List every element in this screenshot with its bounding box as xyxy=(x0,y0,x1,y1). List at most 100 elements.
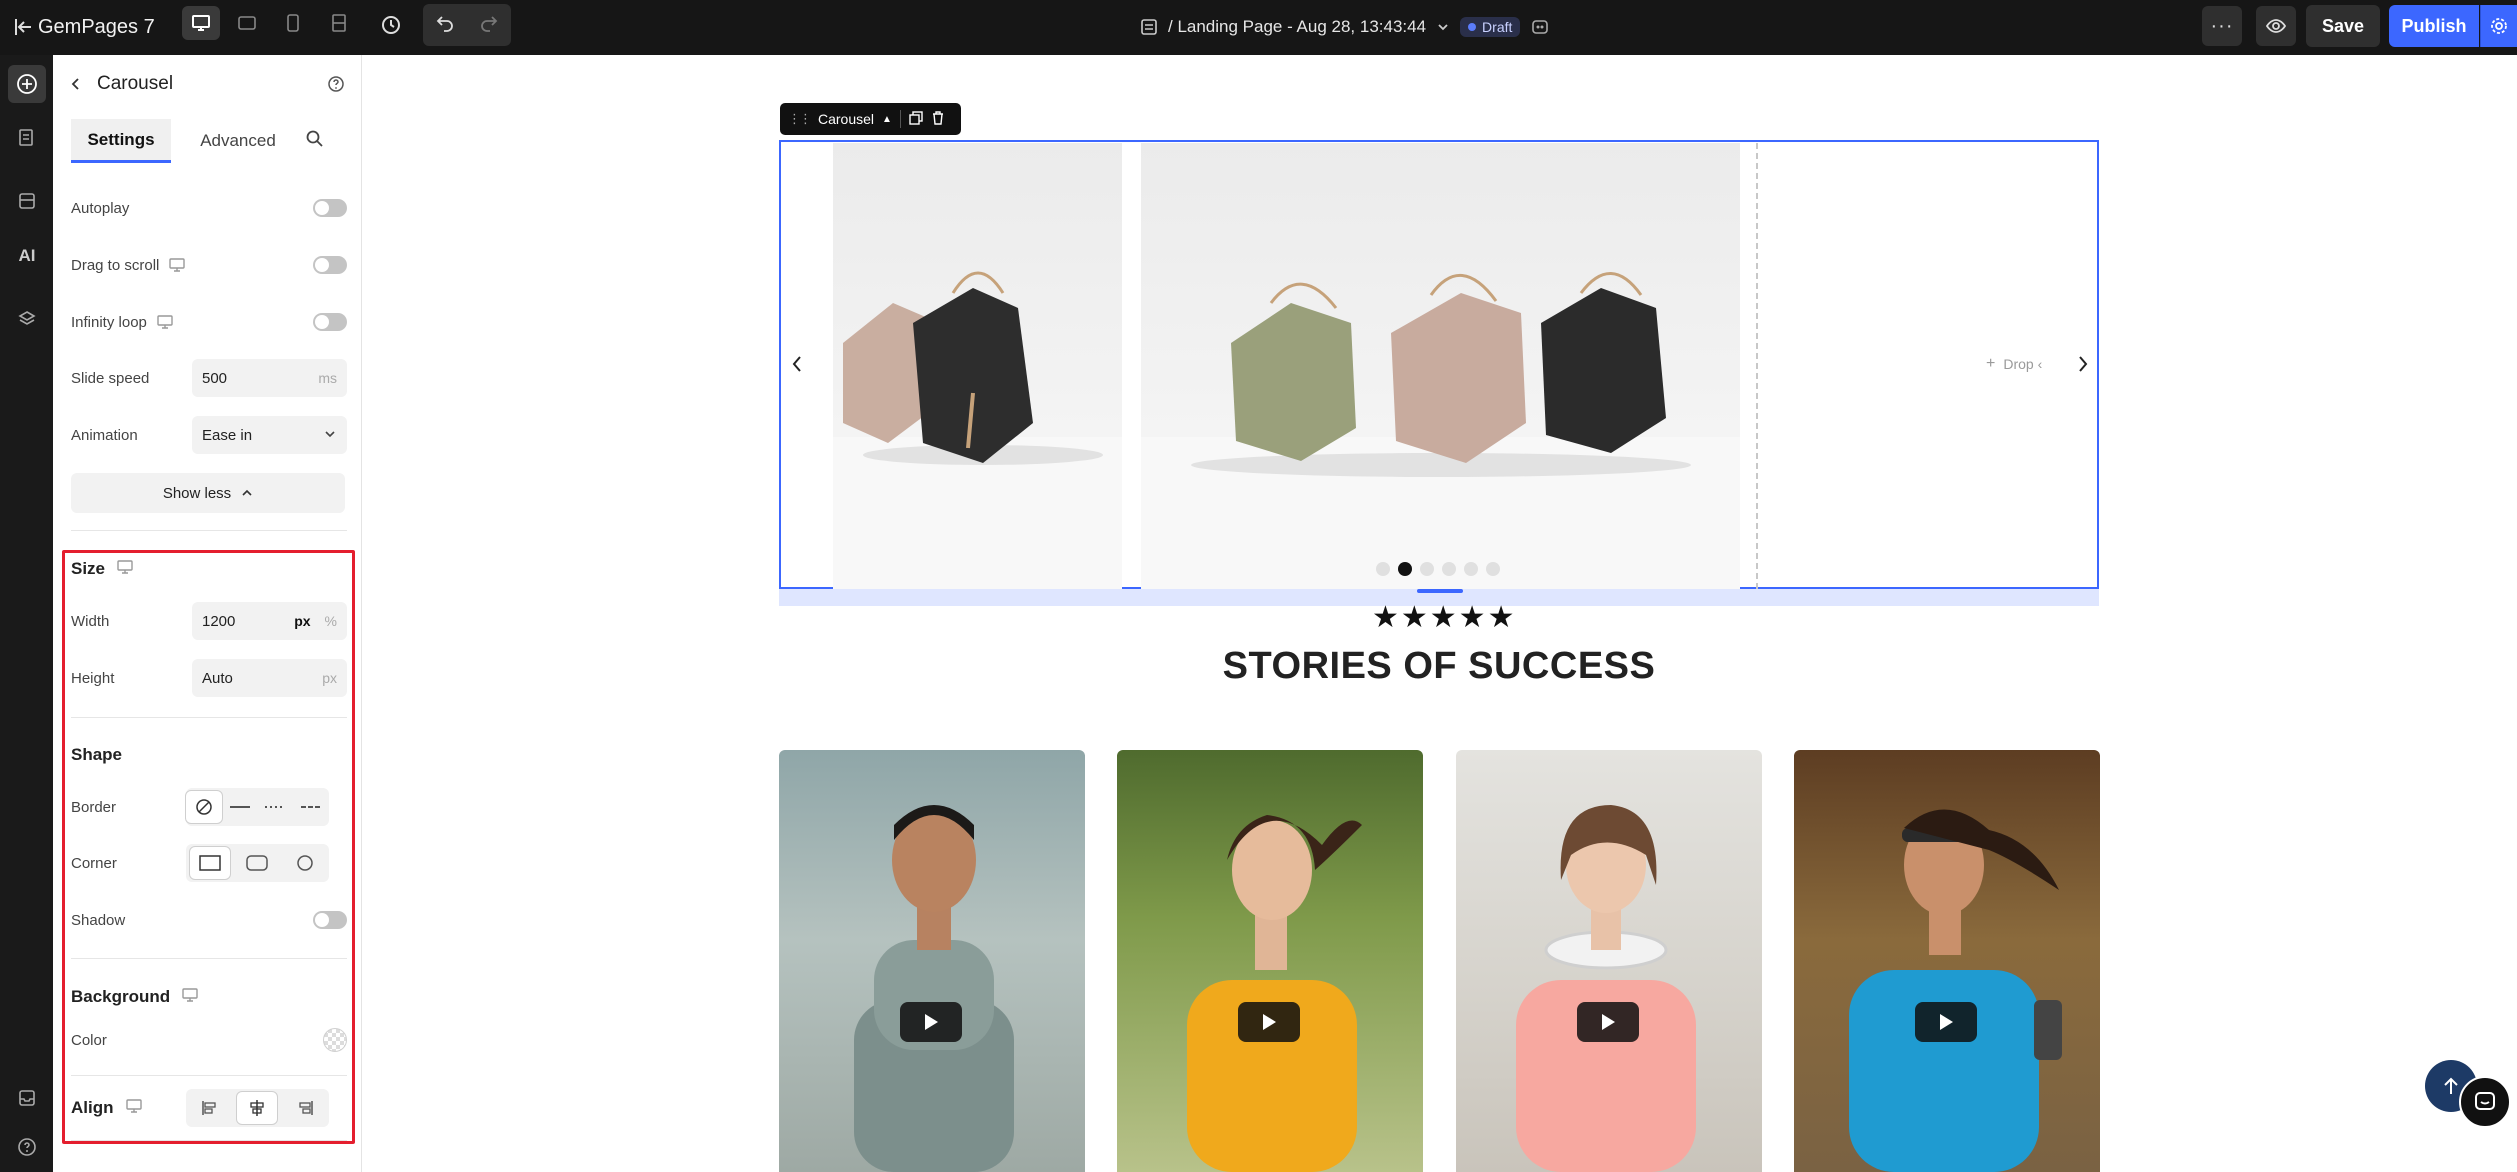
play-icon xyxy=(1940,1014,1953,1030)
video-card[interactable] xyxy=(1456,750,1762,1172)
inbox-button[interactable] xyxy=(8,1079,46,1117)
tablet-landscape-view-button[interactable] xyxy=(228,6,266,40)
more-icon: ··· xyxy=(2210,14,2234,37)
redo-icon[interactable] xyxy=(479,13,499,38)
drag-to-scroll-label: Drag to scroll xyxy=(71,256,160,274)
ai-button[interactable]: AI xyxy=(8,237,46,275)
custom-view-button[interactable] xyxy=(320,6,358,40)
plus-circle-icon xyxy=(17,74,37,94)
slide-speed-row: Slide speed 500 ms xyxy=(71,358,347,398)
animation-label: Animation xyxy=(71,426,138,444)
infinity-loop-row: Infinity loop xyxy=(71,302,347,342)
pages-button[interactable] xyxy=(8,119,46,157)
slide-speed-unit: ms xyxy=(318,370,337,386)
chat-button[interactable] xyxy=(2459,1076,2511,1128)
carousel-next-arrow[interactable] xyxy=(2071,352,2095,376)
video-card[interactable] xyxy=(1117,750,1423,1172)
toolbar-divider xyxy=(899,110,901,128)
play-button[interactable] xyxy=(900,1002,962,1042)
top-bar: GemPages 7 / Landing Page - Aug 28, 13:4… xyxy=(0,0,2517,55)
more-options-button[interactable]: ··· xyxy=(2202,6,2242,46)
save-button[interactable]: Save xyxy=(2306,5,2380,47)
undo-icon[interactable] xyxy=(435,13,455,38)
page-title-selector[interactable]: / Landing Page - Aug 28, 13:43:44 Draft xyxy=(1140,12,1550,42)
mobile-view-button[interactable] xyxy=(274,6,312,40)
carousel-dot[interactable] xyxy=(1376,562,1390,576)
carousel-dot[interactable] xyxy=(1464,562,1478,576)
runner-woman-pink-image xyxy=(1516,805,1696,1172)
slide-speed-input[interactable]: 500 ms xyxy=(192,359,347,397)
page-title: / Landing Page - Aug 28, 13:43:44 xyxy=(1168,17,1427,36)
duplicate-icon[interactable] xyxy=(909,110,923,128)
resize-handle[interactable] xyxy=(1417,589,1463,593)
play-icon xyxy=(1602,1014,1615,1030)
carousel-slide[interactable] xyxy=(1141,143,1740,589)
divider xyxy=(71,530,347,531)
responsive-icon xyxy=(332,14,346,32)
caret-up-icon[interactable]: ▲ xyxy=(882,114,892,125)
carousel-dot[interactable] xyxy=(1398,562,1412,576)
chevron-down-icon xyxy=(1438,24,1448,31)
layers-button[interactable] xyxy=(8,300,46,338)
tab-settings[interactable]: Settings xyxy=(71,119,171,163)
help-icon xyxy=(18,1138,36,1156)
play-icon xyxy=(1263,1014,1276,1030)
chat-icon xyxy=(2475,1092,2495,1110)
publish-settings-button[interactable] xyxy=(2480,5,2517,47)
exit-icon[interactable] xyxy=(10,14,36,40)
infinity-loop-label: Infinity loop xyxy=(71,313,147,331)
tab-advanced[interactable]: Advanced xyxy=(183,119,293,163)
show-less-button[interactable]: Show less xyxy=(71,473,345,513)
preview-button[interactable] xyxy=(2256,6,2296,46)
drag-to-scroll-toggle[interactable] xyxy=(313,256,347,274)
help-circle-icon[interactable] xyxy=(323,71,349,97)
runner-woman-yellow-image xyxy=(1187,815,1362,1172)
delete-icon[interactable] xyxy=(931,110,945,128)
carousel-dot[interactable] xyxy=(1420,562,1434,576)
carousel-slide[interactable] xyxy=(833,143,1122,589)
animation-row: Animation Ease in xyxy=(71,415,347,455)
desktop-icon xyxy=(192,15,210,31)
infinity-loop-toggle[interactable] xyxy=(313,313,347,331)
add-element-button[interactable] xyxy=(8,65,46,103)
carousel-dot[interactable] xyxy=(1442,562,1456,576)
slide-speed-label: Slide speed xyxy=(71,369,150,387)
desktop-view-button[interactable] xyxy=(182,6,220,40)
back-button[interactable] xyxy=(63,71,89,97)
runner-woman-blue-image xyxy=(1849,809,2062,1172)
publish-button[interactable]: Publish xyxy=(2389,5,2479,47)
chevron-down-icon xyxy=(323,427,337,444)
rating-stars: ★★★★★ xyxy=(1372,601,1517,634)
play-button[interactable] xyxy=(1915,1002,1977,1042)
drop-zone[interactable]: + Drop ‹ xyxy=(1986,355,2042,373)
drag-handle-icon[interactable]: ⋮⋮ xyxy=(788,111,812,127)
video-card[interactable] xyxy=(1794,750,2100,1172)
carousel-dot[interactable] xyxy=(1486,562,1500,576)
handbags-image xyxy=(843,271,1103,465)
carousel-prev-arrow[interactable] xyxy=(785,352,809,376)
play-button[interactable] xyxy=(1238,1002,1300,1042)
carousel-tag[interactable]: Carousel xyxy=(818,111,874,127)
video-card[interactable] xyxy=(779,750,1085,1172)
autoplay-label: Autoplay xyxy=(71,199,130,217)
help-button[interactable] xyxy=(8,1128,46,1166)
layers-icon xyxy=(18,311,36,325)
chevron-right-icon xyxy=(2079,356,2088,372)
panel-header: Carousel xyxy=(53,55,362,115)
gear-icon xyxy=(2491,18,2507,34)
carousel[interactable]: + Drop ‹ xyxy=(779,140,2099,589)
settings-page-icon[interactable] xyxy=(1530,17,1550,37)
play-button[interactable] xyxy=(1577,1002,1639,1042)
status-badge: Draft xyxy=(1460,17,1521,37)
animation-select[interactable]: Ease in xyxy=(192,416,347,454)
inbox-icon xyxy=(19,1090,35,1106)
history-button[interactable] xyxy=(372,8,410,42)
arrow-up-icon xyxy=(2444,1077,2458,1094)
chevron-left-icon xyxy=(71,78,79,90)
clock-icon xyxy=(382,16,400,34)
runner-man-image xyxy=(854,805,1014,1172)
section-heading: STORIES OF SUCCESS xyxy=(1222,645,1656,687)
autoplay-toggle[interactable] xyxy=(313,199,347,217)
search-icon[interactable] xyxy=(305,129,329,153)
sections-button[interactable] xyxy=(8,182,46,220)
